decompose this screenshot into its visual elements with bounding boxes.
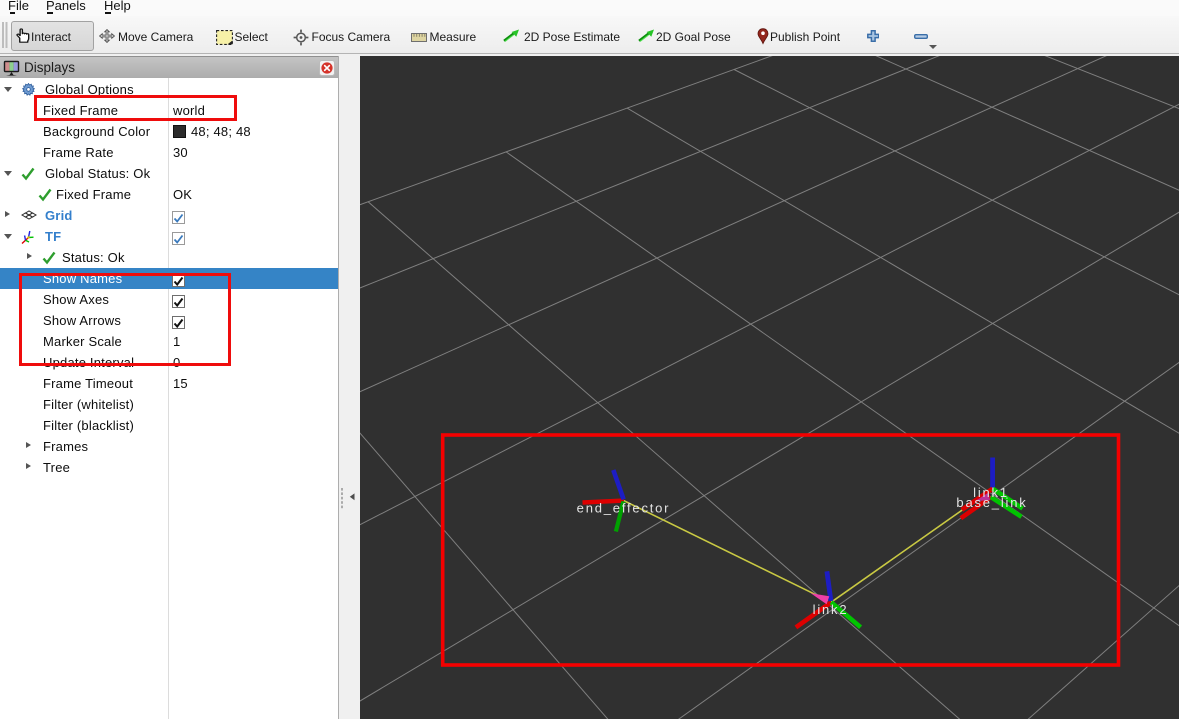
svg-text:base_link: base_link <box>956 495 1027 510</box>
svg-text:end_effector: end_effector <box>577 501 671 516</box>
svg-text:link2: link2 <box>813 602 849 617</box>
